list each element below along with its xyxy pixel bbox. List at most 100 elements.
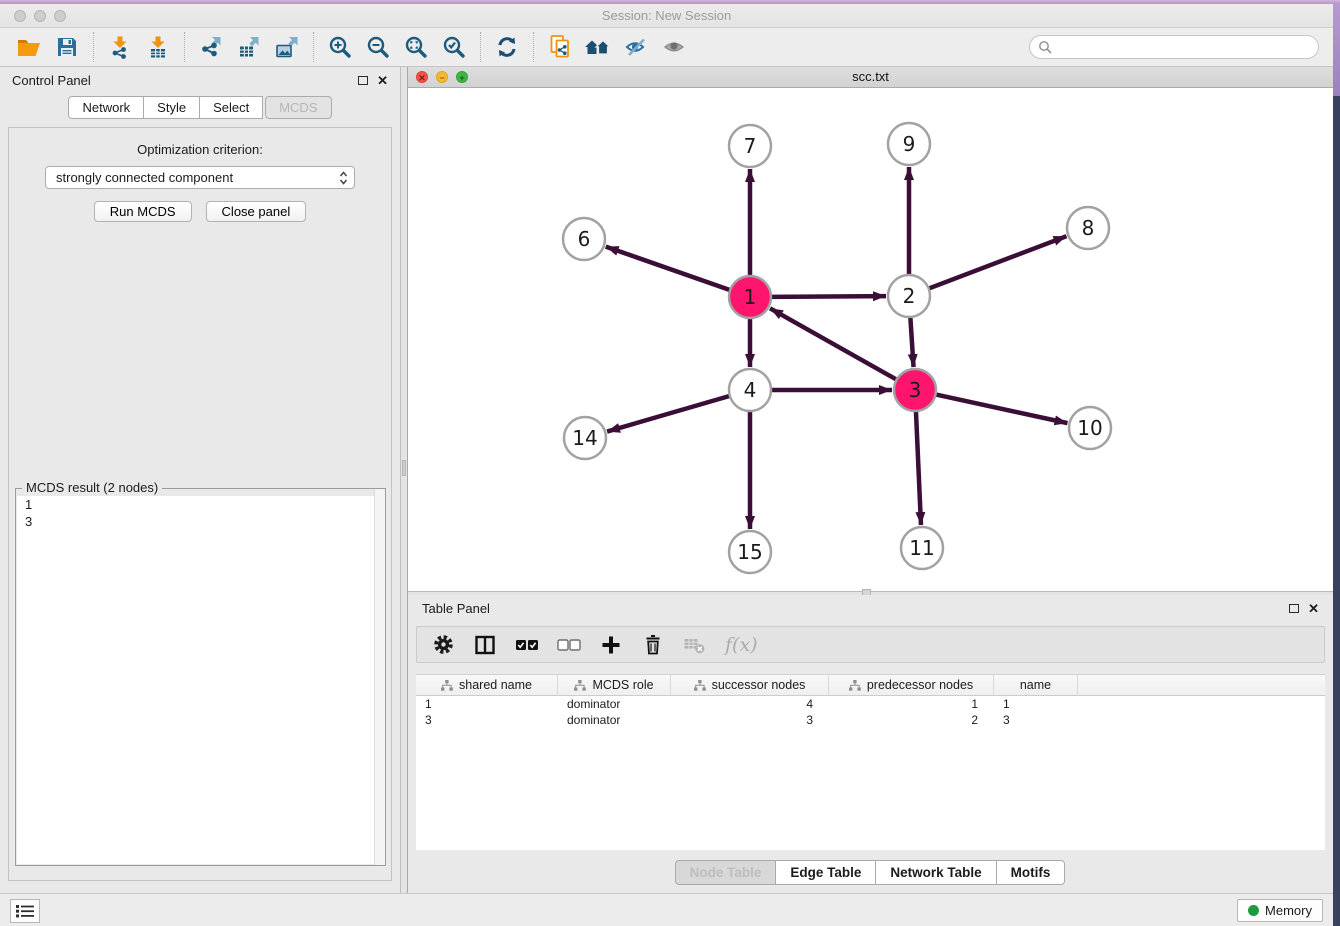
splitter-grip[interactable] <box>402 460 406 476</box>
cell-predecessor-nodes[interactable]: 2 <box>829 713 994 727</box>
refresh-icon[interactable] <box>488 31 526 63</box>
task-history-button[interactable] <box>10 899 40 923</box>
edge-3-1[interactable] <box>770 308 897 379</box>
node-label-14: 14 <box>572 426 597 450</box>
home-view-icon[interactable] <box>579 31 617 63</box>
edge-1-2[interactable] <box>771 296 886 297</box>
zoom-selected-icon[interactable] <box>435 31 473 63</box>
add-column-icon[interactable] <box>599 632 623 658</box>
status-bar: Memory <box>0 893 1333 926</box>
column-header-name[interactable]: name <box>994 675 1078 695</box>
table-row[interactable]: 1dominator411 <box>416 696 1325 712</box>
control-panel-title: Control Panel <box>12 73 91 88</box>
network-canvas[interactable]: 7968124314101511 <box>408 88 1333 591</box>
cell-MCDS-role[interactable]: dominator <box>558 697 671 711</box>
zoom-in-icon[interactable] <box>321 31 359 63</box>
edge-3-10[interactable] <box>936 394 1068 423</box>
column-label: name <box>1020 678 1051 692</box>
node-label-10: 10 <box>1077 416 1102 440</box>
float-table-panel-icon[interactable] <box>1289 604 1299 613</box>
save-session-icon[interactable] <box>48 31 86 63</box>
desktop-edge-right-lower <box>1333 96 1340 926</box>
close-panel-icon[interactable]: ✕ <box>377 76 388 86</box>
network-title: scc.txt <box>408 69 1333 84</box>
cell-successor-nodes[interactable]: 3 <box>671 713 829 727</box>
cell-successor-nodes[interactable]: 4 <box>671 697 829 711</box>
tab-motifs[interactable]: Motifs <box>996 860 1066 885</box>
hierarchy-icon <box>694 680 706 691</box>
column-label: successor nodes <box>712 678 806 692</box>
cell-name[interactable]: 1 <box>994 697 1078 711</box>
node-label-4: 4 <box>744 378 757 402</box>
column-header-successor-nodes[interactable]: successor nodes <box>671 675 829 695</box>
mcds-result-group: MCDS result (2 nodes) 13 <box>15 488 386 866</box>
float-panel-icon[interactable] <box>358 76 368 85</box>
settings-gear-icon[interactable] <box>431 632 455 658</box>
search-input[interactable] <box>1053 40 1318 55</box>
show-all-columns-icon[interactable] <box>515 632 539 658</box>
tab-network[interactable]: Network <box>68 96 144 119</box>
cell-name[interactable]: 3 <box>994 713 1078 727</box>
network-graph[interactable]: 7968124314101511 <box>408 88 1333 591</box>
main-toolbar <box>0 28 1333 67</box>
export-table-icon[interactable] <box>230 31 268 63</box>
column-header-predecessor-nodes[interactable]: predecessor nodes <box>829 675 994 695</box>
tab-mcds[interactable]: MCDS <box>265 96 331 119</box>
delete-column-icon[interactable] <box>641 632 665 658</box>
hierarchy-icon <box>849 680 861 691</box>
search-field[interactable] <box>1029 35 1319 59</box>
edge-2-3[interactable] <box>910 317 913 367</box>
node-label-11: 11 <box>909 536 934 560</box>
result-item[interactable]: 3 <box>17 513 384 530</box>
memory-button[interactable]: Memory <box>1237 899 1323 922</box>
list-icon <box>16 904 34 918</box>
hide-selected-icon[interactable] <box>617 31 655 63</box>
control-panel: Control Panel ✕ NetworkStyleSelectMCDS O… <box>0 67 400 893</box>
zoom-fit-icon[interactable] <box>397 31 435 63</box>
edge-2-8[interactable] <box>929 236 1067 288</box>
node-label-15: 15 <box>737 540 762 564</box>
node-label-7: 7 <box>744 134 757 158</box>
cell-shared-name[interactable]: 3 <box>416 713 558 727</box>
close-panel-button[interactable]: Close panel <box>206 201 307 222</box>
tab-edge-table[interactable]: Edge Table <box>775 860 876 885</box>
close-table-panel-icon[interactable]: ✕ <box>1308 604 1319 614</box>
cell-MCDS-role[interactable]: dominator <box>558 713 671 727</box>
column-header-shared-name[interactable]: shared name <box>416 675 558 695</box>
toolbar-separator <box>480 32 481 62</box>
open-session-icon[interactable] <box>10 31 48 63</box>
table-panel-title: Table Panel <box>422 601 490 616</box>
edge-4-14[interactable] <box>607 396 730 432</box>
export-network-icon[interactable] <box>192 31 230 63</box>
node-label-6: 6 <box>578 227 591 251</box>
zoom-out-icon[interactable] <box>359 31 397 63</box>
select-stepper-icon <box>339 170 348 186</box>
desktop-edge-right <box>1333 4 1340 96</box>
memory-status-icon <box>1248 905 1259 916</box>
panel-splitter[interactable] <box>400 67 408 893</box>
edge-3-11[interactable] <box>916 411 921 525</box>
tab-network-table[interactable]: Network Table <box>875 860 996 885</box>
hide-all-columns-icon[interactable] <box>557 632 581 658</box>
edge-1-6[interactable] <box>606 247 730 290</box>
cell-predecessor-nodes[interactable]: 1 <box>829 697 994 711</box>
columns-icon[interactable] <box>473 632 497 658</box>
import-network-icon[interactable] <box>101 31 139 63</box>
result-scrollbar[interactable] <box>374 489 385 865</box>
optimization-criterion-select[interactable]: strongly connected component <box>45 166 355 189</box>
show-all-icon[interactable] <box>655 31 693 63</box>
table-row[interactable]: 3dominator323 <box>416 712 1325 728</box>
mcds-result-list[interactable]: 13 <box>17 496 384 864</box>
tab-node-table[interactable]: Node Table <box>675 860 777 885</box>
tab-select[interactable]: Select <box>199 96 263 119</box>
import-table-icon[interactable] <box>139 31 177 63</box>
result-item[interactable]: 1 <box>17 496 384 513</box>
tab-style[interactable]: Style <box>143 96 200 119</box>
run-mcds-button[interactable]: Run MCDS <box>94 201 192 222</box>
export-image-icon[interactable] <box>268 31 306 63</box>
hierarchy-icon <box>441 680 453 691</box>
clone-network-icon[interactable] <box>541 31 579 63</box>
cell-shared-name[interactable]: 1 <box>416 697 558 711</box>
table-panel: Table Panel ✕ <box>408 595 1333 890</box>
column-header-MCDS-role[interactable]: MCDS role <box>558 675 671 695</box>
